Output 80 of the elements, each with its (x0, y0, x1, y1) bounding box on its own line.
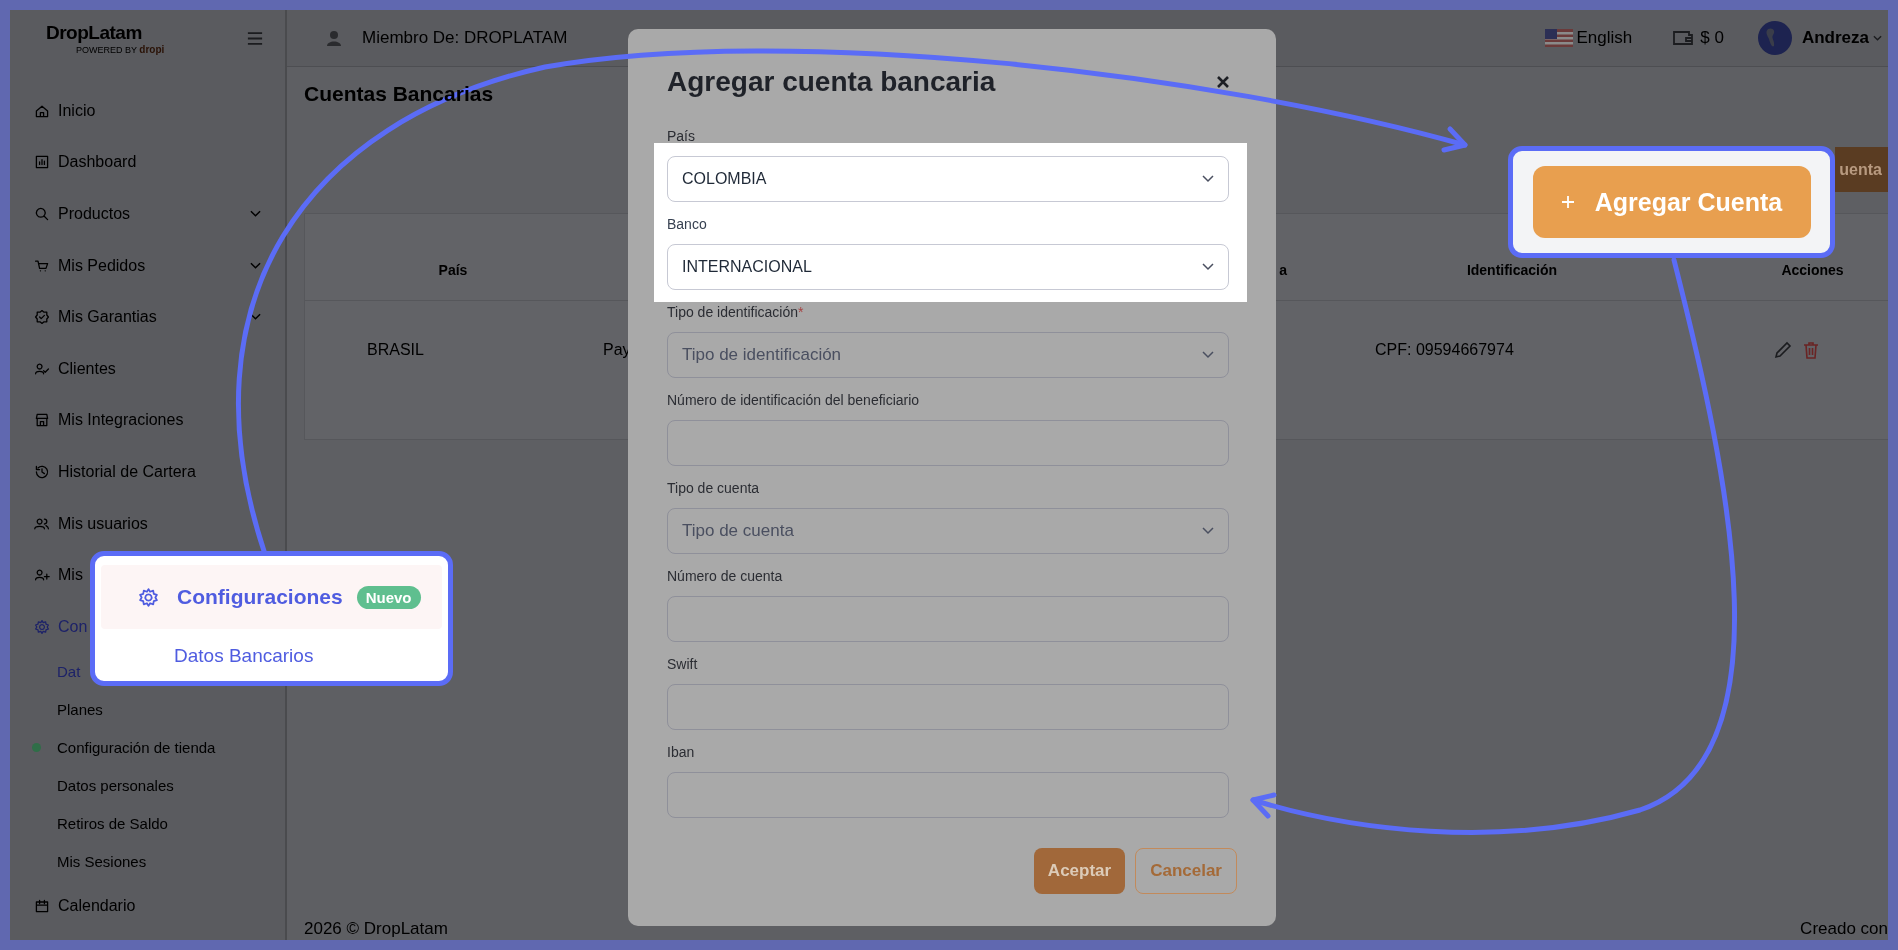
menu-icon[interactable] (247, 31, 263, 45)
chevron-down-icon (1202, 527, 1214, 535)
search-icon (34, 206, 50, 222)
plus-icon (1560, 195, 1575, 209)
submenu-item[interactable]: Dat (10, 652, 81, 691)
badge-check-icon (34, 309, 50, 326)
sidebar-item[interactable]: Dashboard (10, 136, 137, 189)
input-field[interactable] (667, 420, 1229, 466)
copyright-text: 2026 © DropLatam (304, 918, 448, 940)
sidebar-item[interactable]: Inicio (10, 85, 96, 137)
input-field[interactable] (667, 684, 1229, 730)
trash-icon[interactable] (1801, 340, 1821, 360)
column-header: Identificación (1466, 262, 1558, 278)
globe-avatar-icon[interactable] (1757, 21, 1792, 55)
field-label: Iban (667, 743, 696, 762)
field-label: Tipo de identificación* (667, 303, 805, 322)
gear-icon (138, 586, 159, 608)
input-field[interactable] (667, 772, 1229, 818)
chevron-down-icon (1202, 175, 1214, 183)
sidebar-item[interactable]: Mis usuarios (10, 497, 148, 550)
gear-icon (34, 618, 50, 635)
member-label: Miembro De: DROPLATAM (362, 28, 568, 48)
select-field[interactable]: INTERNACIONAL (667, 244, 1229, 290)
calendar-icon (34, 898, 50, 915)
sidebar-item[interactable]: Historial de Cartera (10, 446, 196, 498)
column-header: País (438, 262, 468, 278)
store-icon (34, 412, 50, 429)
field-label: Número de cuenta (667, 567, 784, 586)
cancel-button[interactable]: Cancelar (1135, 848, 1237, 894)
modal-title: Agregar cuenta bancaria (667, 65, 996, 99)
select-field[interactable]: Tipo de cuenta (667, 508, 1229, 554)
submenu-item[interactable]: Configuración de tienda (10, 728, 216, 767)
sidebar-item[interactable]: Productos (10, 188, 285, 240)
submenu-item[interactable]: Datos Bancarios (101, 645, 442, 667)
wallet-icon (1672, 29, 1695, 47)
chevron-down-icon (250, 261, 261, 270)
input-field[interactable] (667, 596, 1229, 642)
sidebar-item[interactable]: Calendario (10, 880, 136, 933)
pencil-icon[interactable] (1773, 340, 1793, 360)
sidebar-item[interactable]: Configuraciones Nuevo (101, 565, 442, 629)
field-label: Swift (667, 655, 699, 674)
sidebar-item[interactable]: Mis Garantias (10, 291, 285, 343)
table-cell: CPF: 09594667974 (1375, 341, 1514, 359)
chevron-down-icon (250, 313, 261, 322)
chevron-down-icon (1202, 351, 1214, 359)
balance: $ 0 (1700, 28, 1724, 48)
column-header: Acciones (1781, 262, 1844, 278)
select-field[interactable]: COLOMBIA (667, 156, 1229, 202)
sidebar-item[interactable]: Mis Integraciones (10, 394, 184, 447)
accept-button[interactable]: Aceptar (1033, 848, 1126, 894)
chevron-down-icon (250, 210, 261, 218)
table-cell: BRASIL (367, 341, 424, 359)
caret-icon (1873, 35, 1882, 41)
add-account-button[interactable]: uenta (1835, 147, 1888, 192)
add-account-button[interactable]: Agregar Cuenta (1532, 166, 1811, 238)
sidebar-item[interactable]: Con (10, 600, 88, 653)
logo: DropLatam POWERED BY dropi (46, 21, 165, 55)
field-label: Número de identificación del beneficiario (667, 391, 921, 410)
chevron-down-icon (1202, 263, 1214, 271)
submenu-item[interactable]: Retiros de Saldo (10, 804, 168, 843)
credit-text: Creado con (1800, 918, 1888, 940)
submenu-item[interactable]: Planes (10, 690, 103, 729)
sidebar-item[interactable]: Mis Pedidos (10, 239, 285, 292)
field-label: País (667, 127, 696, 146)
field-label: Tipo de cuenta (667, 479, 761, 498)
new-badge: Nuevo (356, 585, 421, 609)
user-menu[interactable]: Andreza (1801, 28, 1882, 48)
select-field[interactable]: Tipo de identificación (667, 332, 1229, 378)
column-header: a (1279, 262, 1287, 278)
field-label: Banco (667, 215, 708, 234)
sidebar-item[interactable]: Clientes (10, 342, 116, 395)
flag-icon (1544, 29, 1573, 47)
language-selector[interactable]: English (1576, 28, 1633, 48)
close-icon[interactable] (1216, 75, 1230, 89)
user-icon (324, 28, 344, 48)
sidebar-item[interactable]: Mis (10, 549, 83, 601)
history-icon (34, 463, 50, 480)
submenu-item[interactable]: Mis Sesiones (10, 842, 147, 881)
bar-chart-icon (34, 154, 50, 171)
submenu-item[interactable]: Datos personales (10, 766, 174, 805)
